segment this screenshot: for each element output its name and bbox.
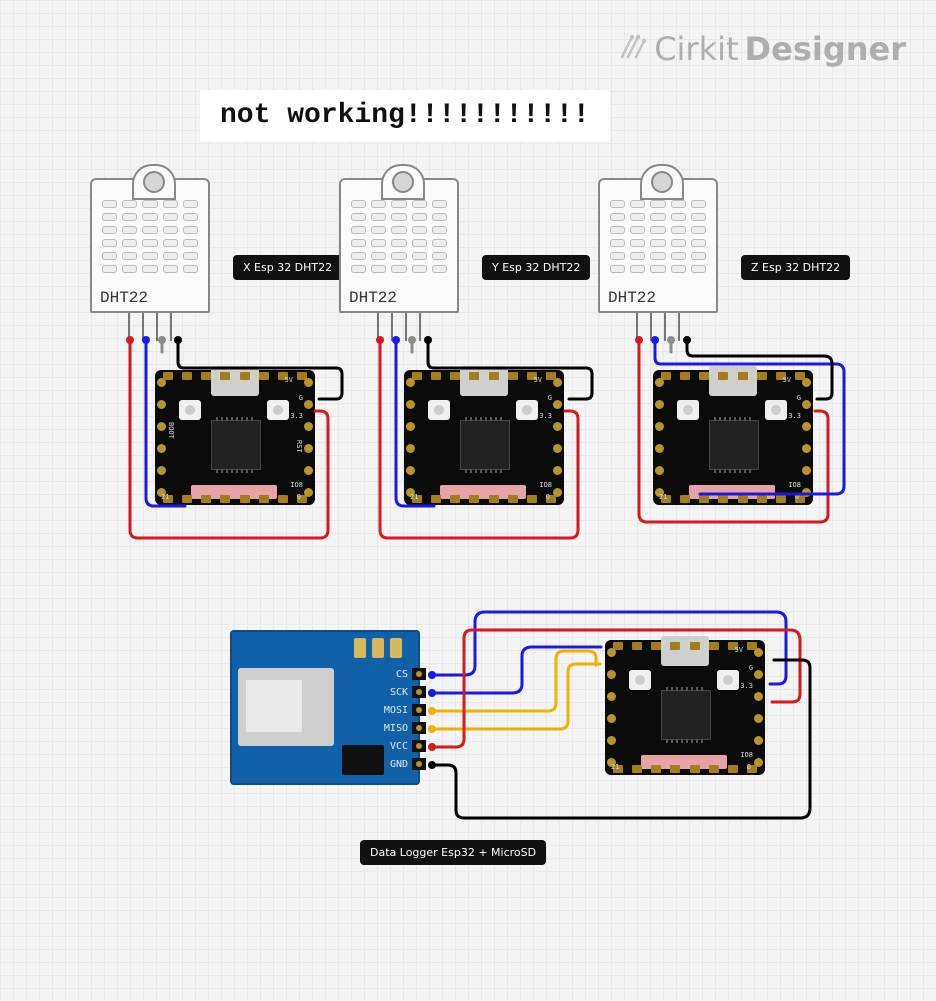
annotation-note[interactable]: not working!!!!!!!!!!! [200,90,610,141]
microsd-module[interactable]: CS SCK MOSI MISO VCC GND [230,630,420,785]
dht22-z-label: DHT22 [608,289,656,307]
chip-label-z: Z Esp 32 DHT22 [741,255,850,280]
esp32-board-logger[interactable]: 5V G 3.3 IO8 21 0 [605,640,765,775]
logo-svg [618,31,648,61]
brand-logo-icon [618,31,648,68]
brand-name: Cirkit [654,30,738,68]
brand-watermark: Cirkit Designer [618,30,906,68]
dht22-sensor-y[interactable]: DHT22 [339,178,459,341]
esp32-board-y[interactable]: 5V G 3.3 IO8 21 0 [404,370,564,505]
dht22-sensor-x[interactable]: DHT22 [90,178,210,341]
chip-label-x: X Esp 32 DHT22 [233,255,342,280]
dht22-sensor-z[interactable]: DHT22 [598,178,718,341]
sd-pin-labels: CS SCK MOSI MISO VCC GND [384,666,408,774]
dht22-y-label: DHT22 [349,289,397,307]
chip-label-logger: Data Logger Esp32 + MicroSD [360,840,546,865]
esp32-board-z[interactable]: 5V G 3.3 IO8 21 0 [653,370,813,505]
esp32-board-x[interactable]: 5V G 3.3 BOOT RST IO8 21 0 [155,370,315,505]
product-name: Designer [745,30,906,68]
chip-label-y: Y Esp 32 DHT22 [482,255,590,280]
dht22-x-label: DHT22 [100,289,148,307]
